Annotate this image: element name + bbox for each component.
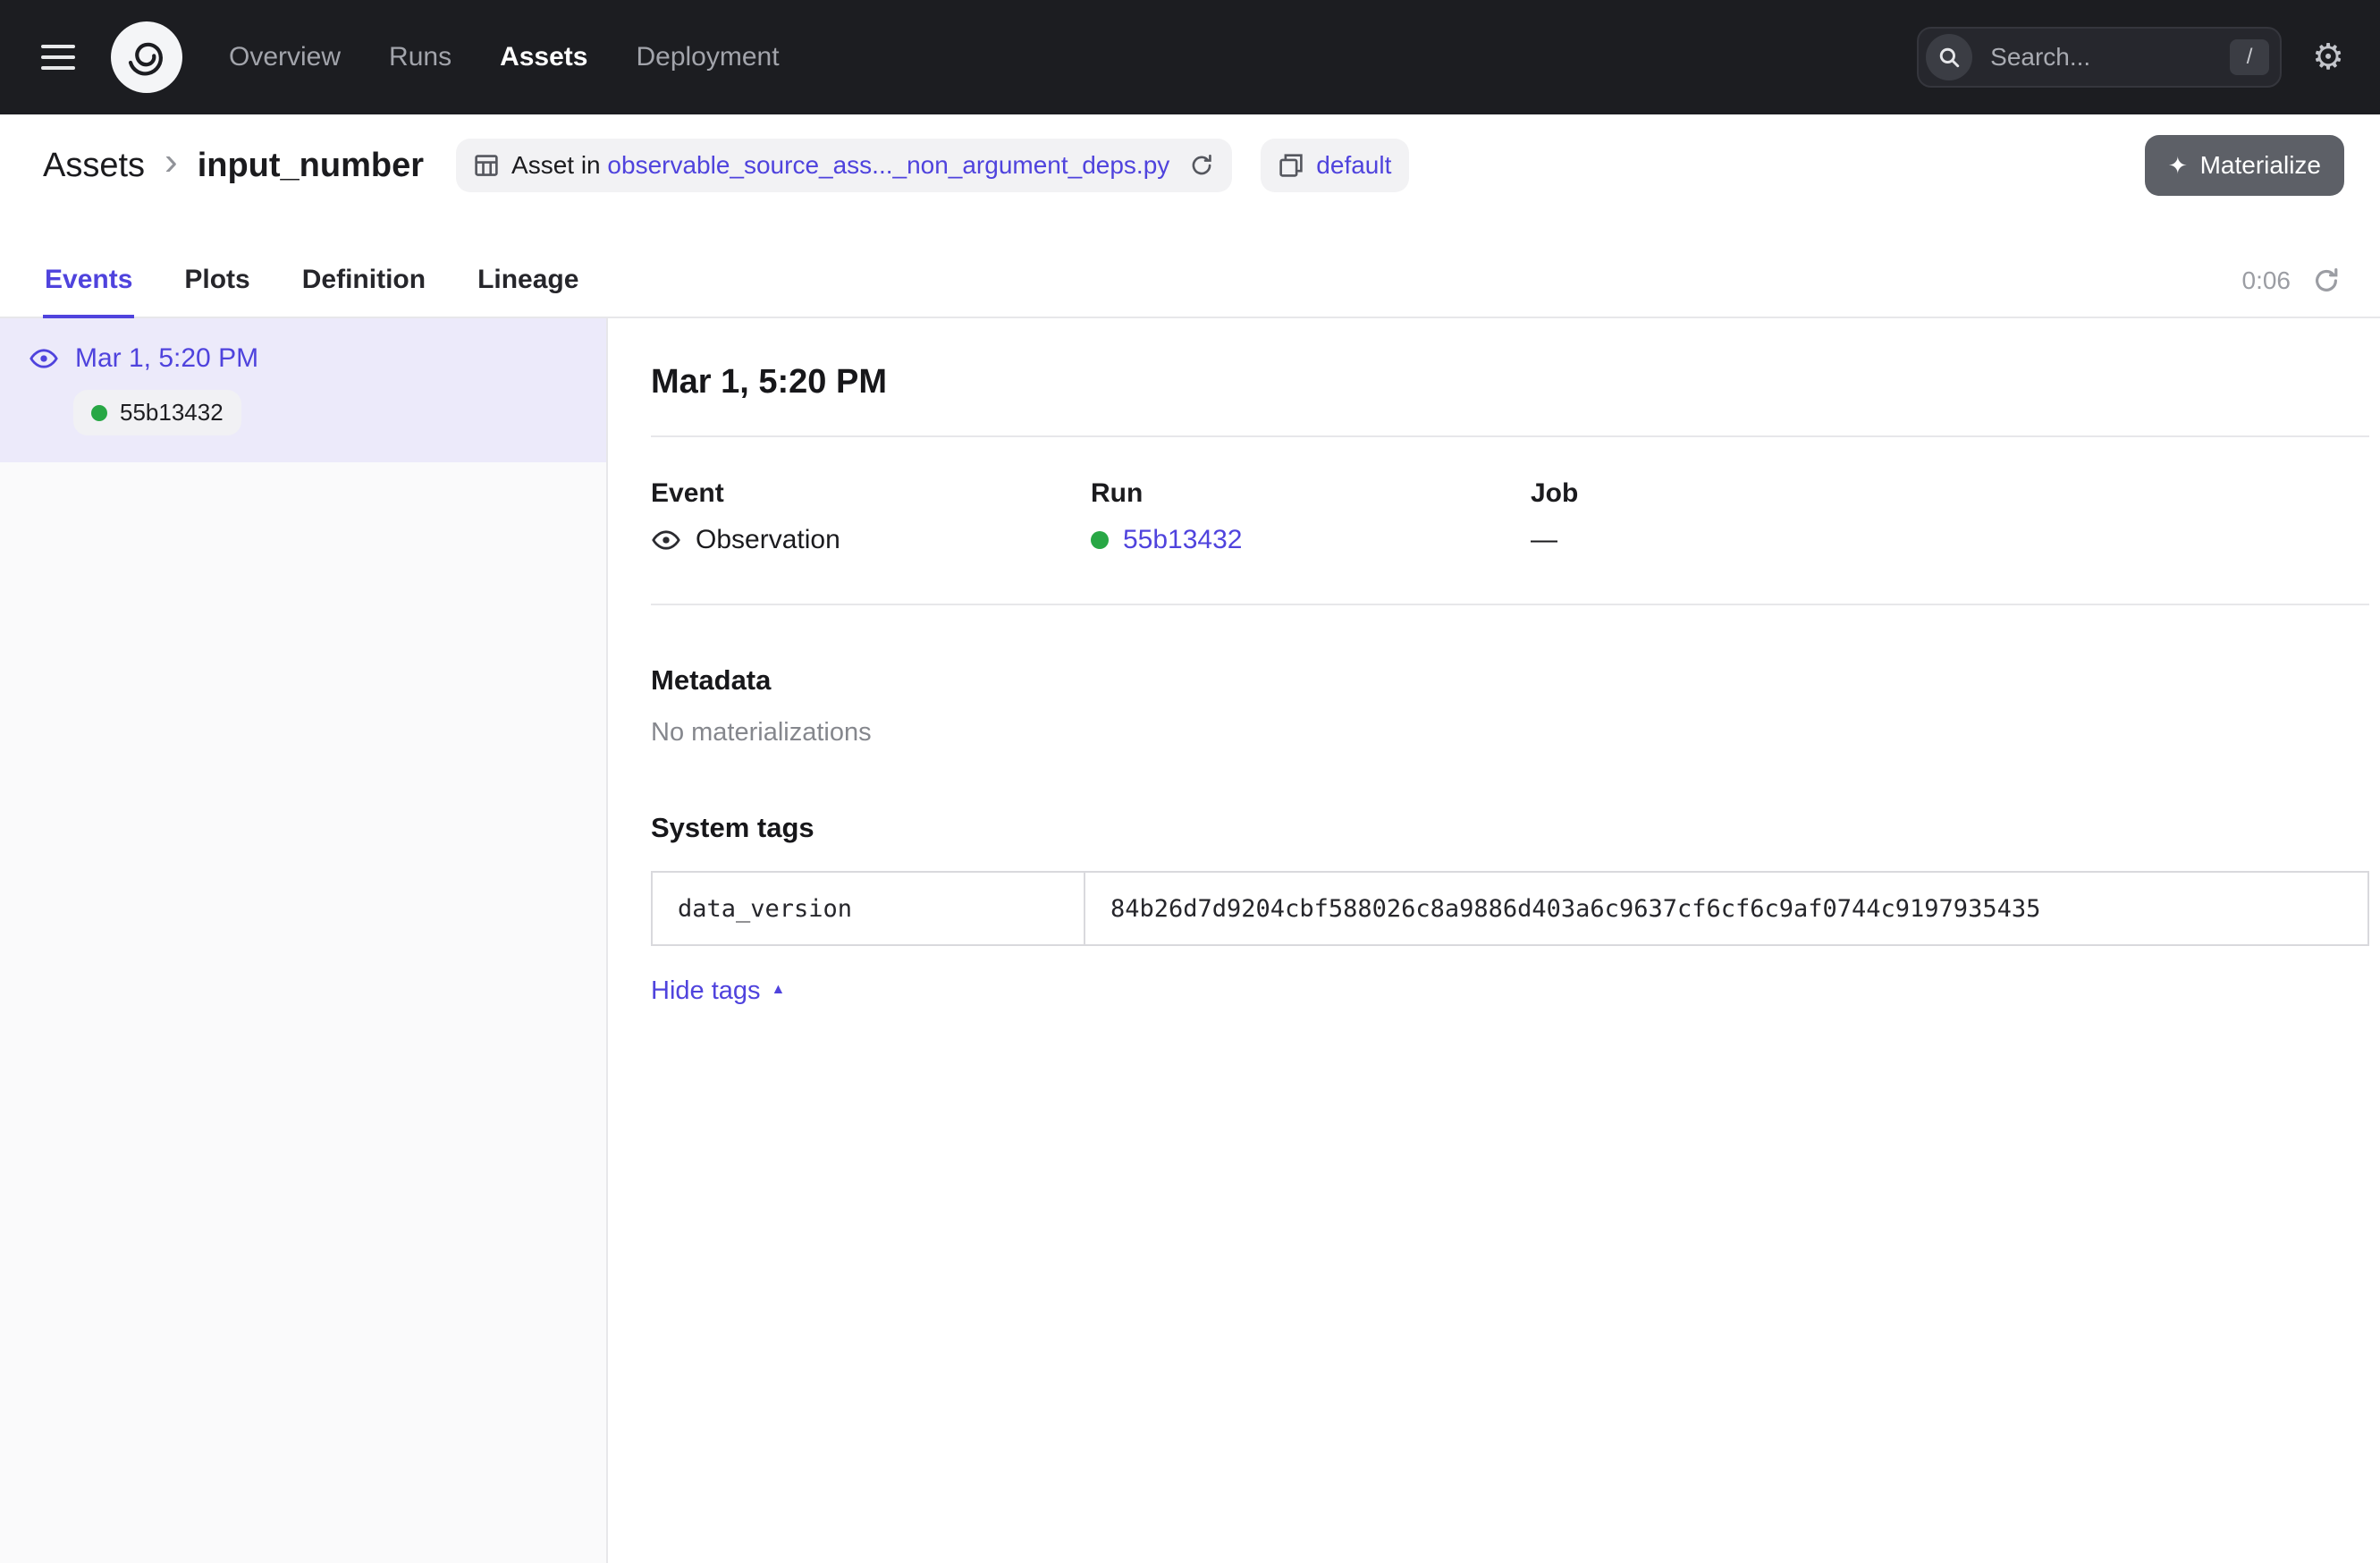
primary-nav: Overview Runs Assets Deployment <box>229 42 780 72</box>
event-detail-panel: Mar 1, 5:20 PM Event Observation Run <box>608 318 2380 1563</box>
tab-events[interactable]: Events <box>43 265 134 318</box>
hide-tags-link[interactable]: Hide tags ▲ <box>651 976 785 1006</box>
job-column: Job — <box>1531 478 1578 555</box>
event-list-item[interactable]: Mar 1, 5:20 PM 55b13432 <box>0 318 606 462</box>
eye-icon <box>651 525 681 555</box>
nav-assets[interactable]: Assets <box>500 42 587 72</box>
event-timestamp: Mar 1, 5:20 PM <box>75 343 258 374</box>
job-column-header: Job <box>1531 478 1578 509</box>
job-value: — <box>1531 525 1578 555</box>
events-sidebar: Mar 1, 5:20 PM 55b13432 <box>0 318 608 1563</box>
asset-file-link[interactable]: observable_source_ass..._non_argument_de… <box>607 151 1169 179</box>
event-summary-columns: Event Observation Run 55b13432 <box>651 478 2369 555</box>
sparkle-icon: ✦ <box>2168 154 2188 177</box>
workspace-badge: default <box>1261 139 1409 192</box>
materialize-label: Materialize <box>2200 151 2321 180</box>
tabs: Events Plots Definition Lineage <box>43 265 580 317</box>
asset-origin-text: Asset in observable_source_ass..._non_ar… <box>511 151 1169 180</box>
run-status-dot <box>1091 531 1109 549</box>
refresh-area: 0:06 <box>2242 266 2342 317</box>
page-title: input_number <box>198 147 424 185</box>
page-header: Assets › input_number Asset in observabl… <box>0 114 2380 216</box>
search-icon <box>1926 34 1972 80</box>
run-id-badge[interactable]: 55b13432 <box>73 390 241 435</box>
refresh-timer: 0:06 <box>2242 266 2291 295</box>
nav-deployment[interactable]: Deployment <box>636 42 779 72</box>
system-tags-table: data_version 84b26d7d9204cbf588026c8a988… <box>651 871 2369 946</box>
observation-eye-icon <box>29 343 59 374</box>
event-column: Event Observation <box>651 478 1091 555</box>
run-value: 55b13432 <box>1091 525 1531 555</box>
metadata-empty-text: No materializations <box>651 718 2369 748</box>
run-column-header: Run <box>1091 478 1531 509</box>
app-root: Overview Runs Assets Deployment / ⚙ Asse… <box>0 0 2380 1563</box>
logo-swirl-icon <box>123 34 170 80</box>
workspace-default-link[interactable]: default <box>1316 151 1391 180</box>
nav-runs[interactable]: Runs <box>389 42 452 72</box>
search-shortcut-key: / <box>2230 39 2269 75</box>
tab-plots[interactable]: Plots <box>182 265 251 317</box>
tag-key-cell: data_version <box>653 873 1085 944</box>
asset-origin-prefix: Asset in <box>511 151 601 179</box>
chevron-right-icon: › <box>165 142 178 182</box>
breadcrumb-assets-link[interactable]: Assets <box>43 147 145 185</box>
event-detail-title: Mar 1, 5:20 PM <box>651 363 2369 401</box>
event-timestamp-row: Mar 1, 5:20 PM <box>29 343 578 374</box>
divider <box>651 435 2369 437</box>
divider <box>651 604 2369 605</box>
search-input[interactable] <box>1987 41 2215 73</box>
dagster-logo[interactable] <box>111 21 182 93</box>
menu-button[interactable] <box>41 36 84 79</box>
reload-definitions-icon[interactable] <box>1189 153 1214 178</box>
run-column: Run 55b13432 <box>1091 478 1531 555</box>
event-type-label: Observation <box>696 525 840 555</box>
top-navigation: Overview Runs Assets Deployment / ⚙ <box>0 0 2380 114</box>
refresh-icon[interactable] <box>2312 266 2341 295</box>
system-tags-heading: System tags <box>651 812 2369 844</box>
run-status-dot <box>91 405 107 421</box>
search-box[interactable]: / <box>1917 27 2282 88</box>
event-type-value: Observation <box>651 525 1091 555</box>
metadata-heading: Metadata <box>651 664 2369 697</box>
workspace-icon <box>1279 153 1304 178</box>
run-link[interactable]: 55b13432 <box>1123 525 1242 555</box>
settings-gear-icon[interactable]: ⚙ <box>2312 39 2344 75</box>
nav-overview[interactable]: Overview <box>229 42 341 72</box>
hide-tags-label: Hide tags <box>651 976 761 1006</box>
tag-value-cell: 84b26d7d9204cbf588026c8a9886d403a6c9637c… <box>1085 873 2367 944</box>
breadcrumb: Assets › input_number <box>43 146 424 185</box>
tab-lineage[interactable]: Lineage <box>476 265 580 317</box>
tab-definition[interactable]: Definition <box>300 265 427 317</box>
materialize-button[interactable]: ✦ Materialize <box>2145 135 2344 196</box>
content-area: Mar 1, 5:20 PM 55b13432 Mar 1, 5:20 PM E… <box>0 318 2380 1563</box>
asset-origin-badge: Asset in observable_source_ass..._non_ar… <box>456 139 1232 192</box>
caret-up-icon: ▲ <box>772 982 786 998</box>
run-id-text: 55b13432 <box>120 399 224 427</box>
table-icon <box>474 153 499 178</box>
event-column-header: Event <box>651 478 1091 509</box>
tab-bar: Events Plots Definition Lineage 0:06 <box>0 216 2380 318</box>
